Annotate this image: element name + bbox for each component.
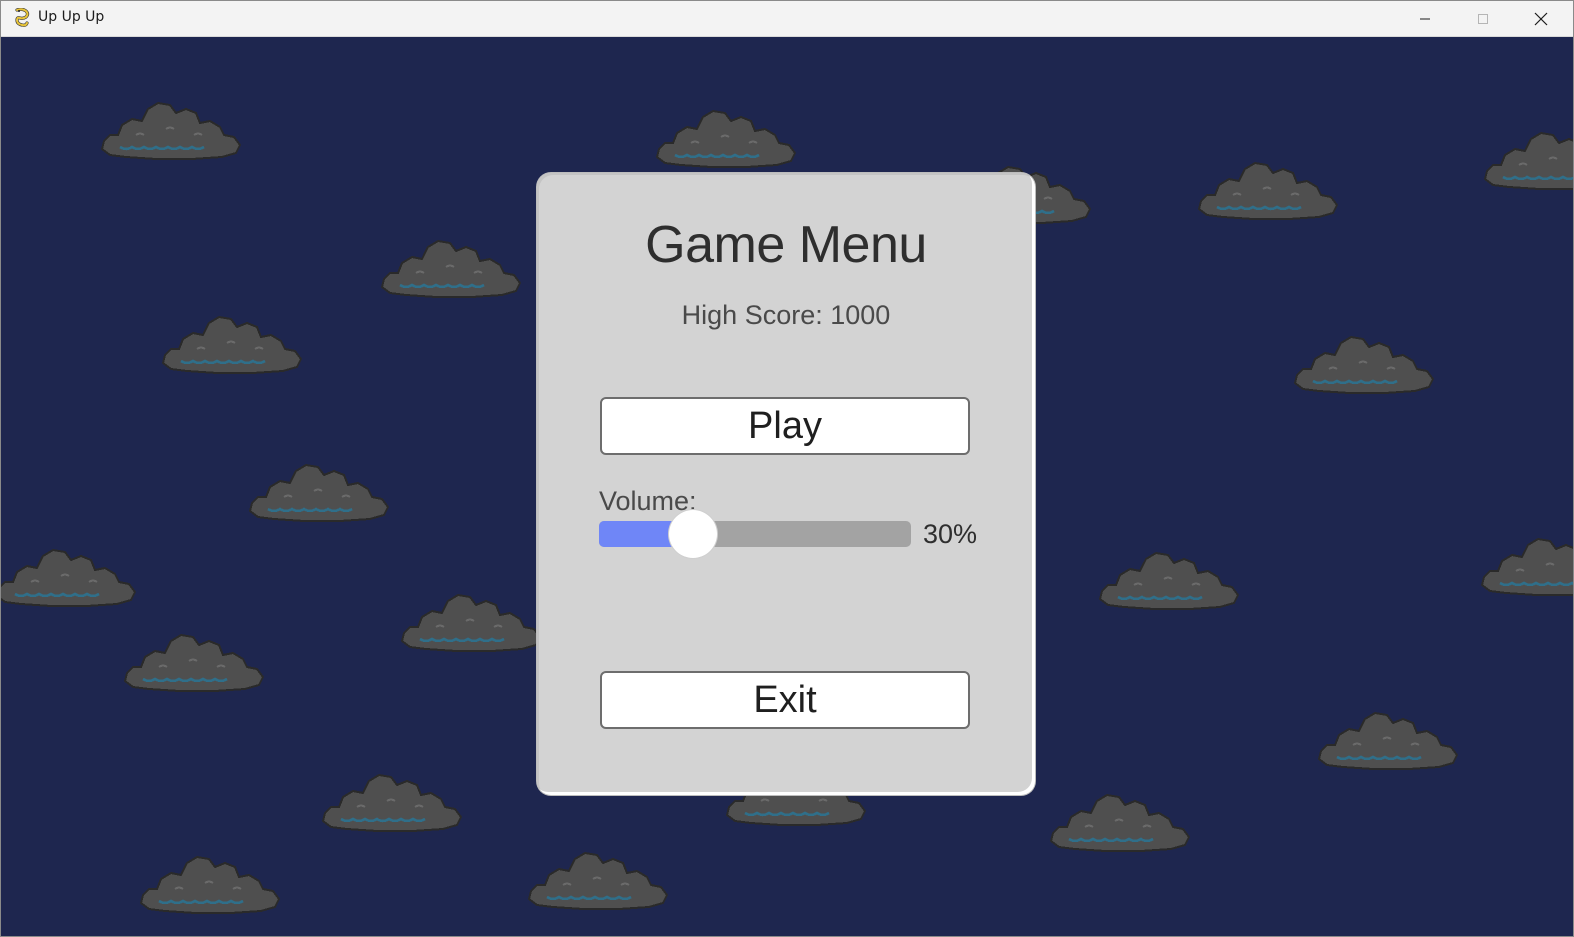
- cloud-sprite: [1289, 329, 1439, 399]
- exit-button[interactable]: Exit: [600, 671, 970, 729]
- close-button[interactable]: [1512, 1, 1570, 36]
- python-snake-icon: [13, 7, 31, 28]
- cloud-sprite: [1479, 125, 1573, 195]
- game-window: Up Up Up Game Menu High Score: 1000 Play…: [0, 0, 1574, 937]
- maximize-icon: [1478, 13, 1488, 24]
- cloud-sprite: [96, 95, 246, 165]
- cloud-sprite: [135, 849, 285, 919]
- cloud-sprite: [244, 457, 394, 527]
- cloud-sprite: [119, 627, 269, 697]
- title-bar[interactable]: Up Up Up: [1, 1, 1573, 37]
- game-menu-panel: Game Menu High Score: 1000 Play Volume: …: [537, 173, 1035, 795]
- volume-value: 30%: [923, 519, 978, 549]
- minimize-icon: [1420, 18, 1430, 19]
- cloud-sprite: [157, 309, 307, 379]
- close-icon: [1534, 12, 1548, 25]
- cloud-sprite: [1313, 705, 1463, 775]
- menu-title: Game Menu: [645, 216, 927, 274]
- cloud-sprite: [651, 103, 801, 173]
- cloud-sprite: [1094, 545, 1244, 615]
- maximize-button[interactable]: [1454, 1, 1512, 36]
- cloud-sprite: [376, 233, 526, 303]
- minimize-button[interactable]: [1396, 1, 1454, 36]
- cloud-sprite: [1193, 155, 1343, 225]
- high-score-text: High Score: 1000: [681, 300, 891, 330]
- cloud-sprite: [523, 845, 673, 915]
- cloud-sprite: [396, 587, 546, 657]
- volume-slider-track[interactable]: [599, 521, 911, 547]
- cloud-sprite: [1, 542, 141, 612]
- cloud-sprite: [1476, 531, 1573, 601]
- play-button[interactable]: Play: [600, 397, 970, 455]
- cloud-sprite: [1045, 787, 1195, 857]
- cloud-sprite: [317, 767, 467, 837]
- game-canvas[interactable]: Game Menu High Score: 1000 Play Volume: …: [1, 37, 1573, 936]
- window-title: Up Up Up: [38, 9, 105, 25]
- volume-slider-knob[interactable]: [668, 510, 717, 558]
